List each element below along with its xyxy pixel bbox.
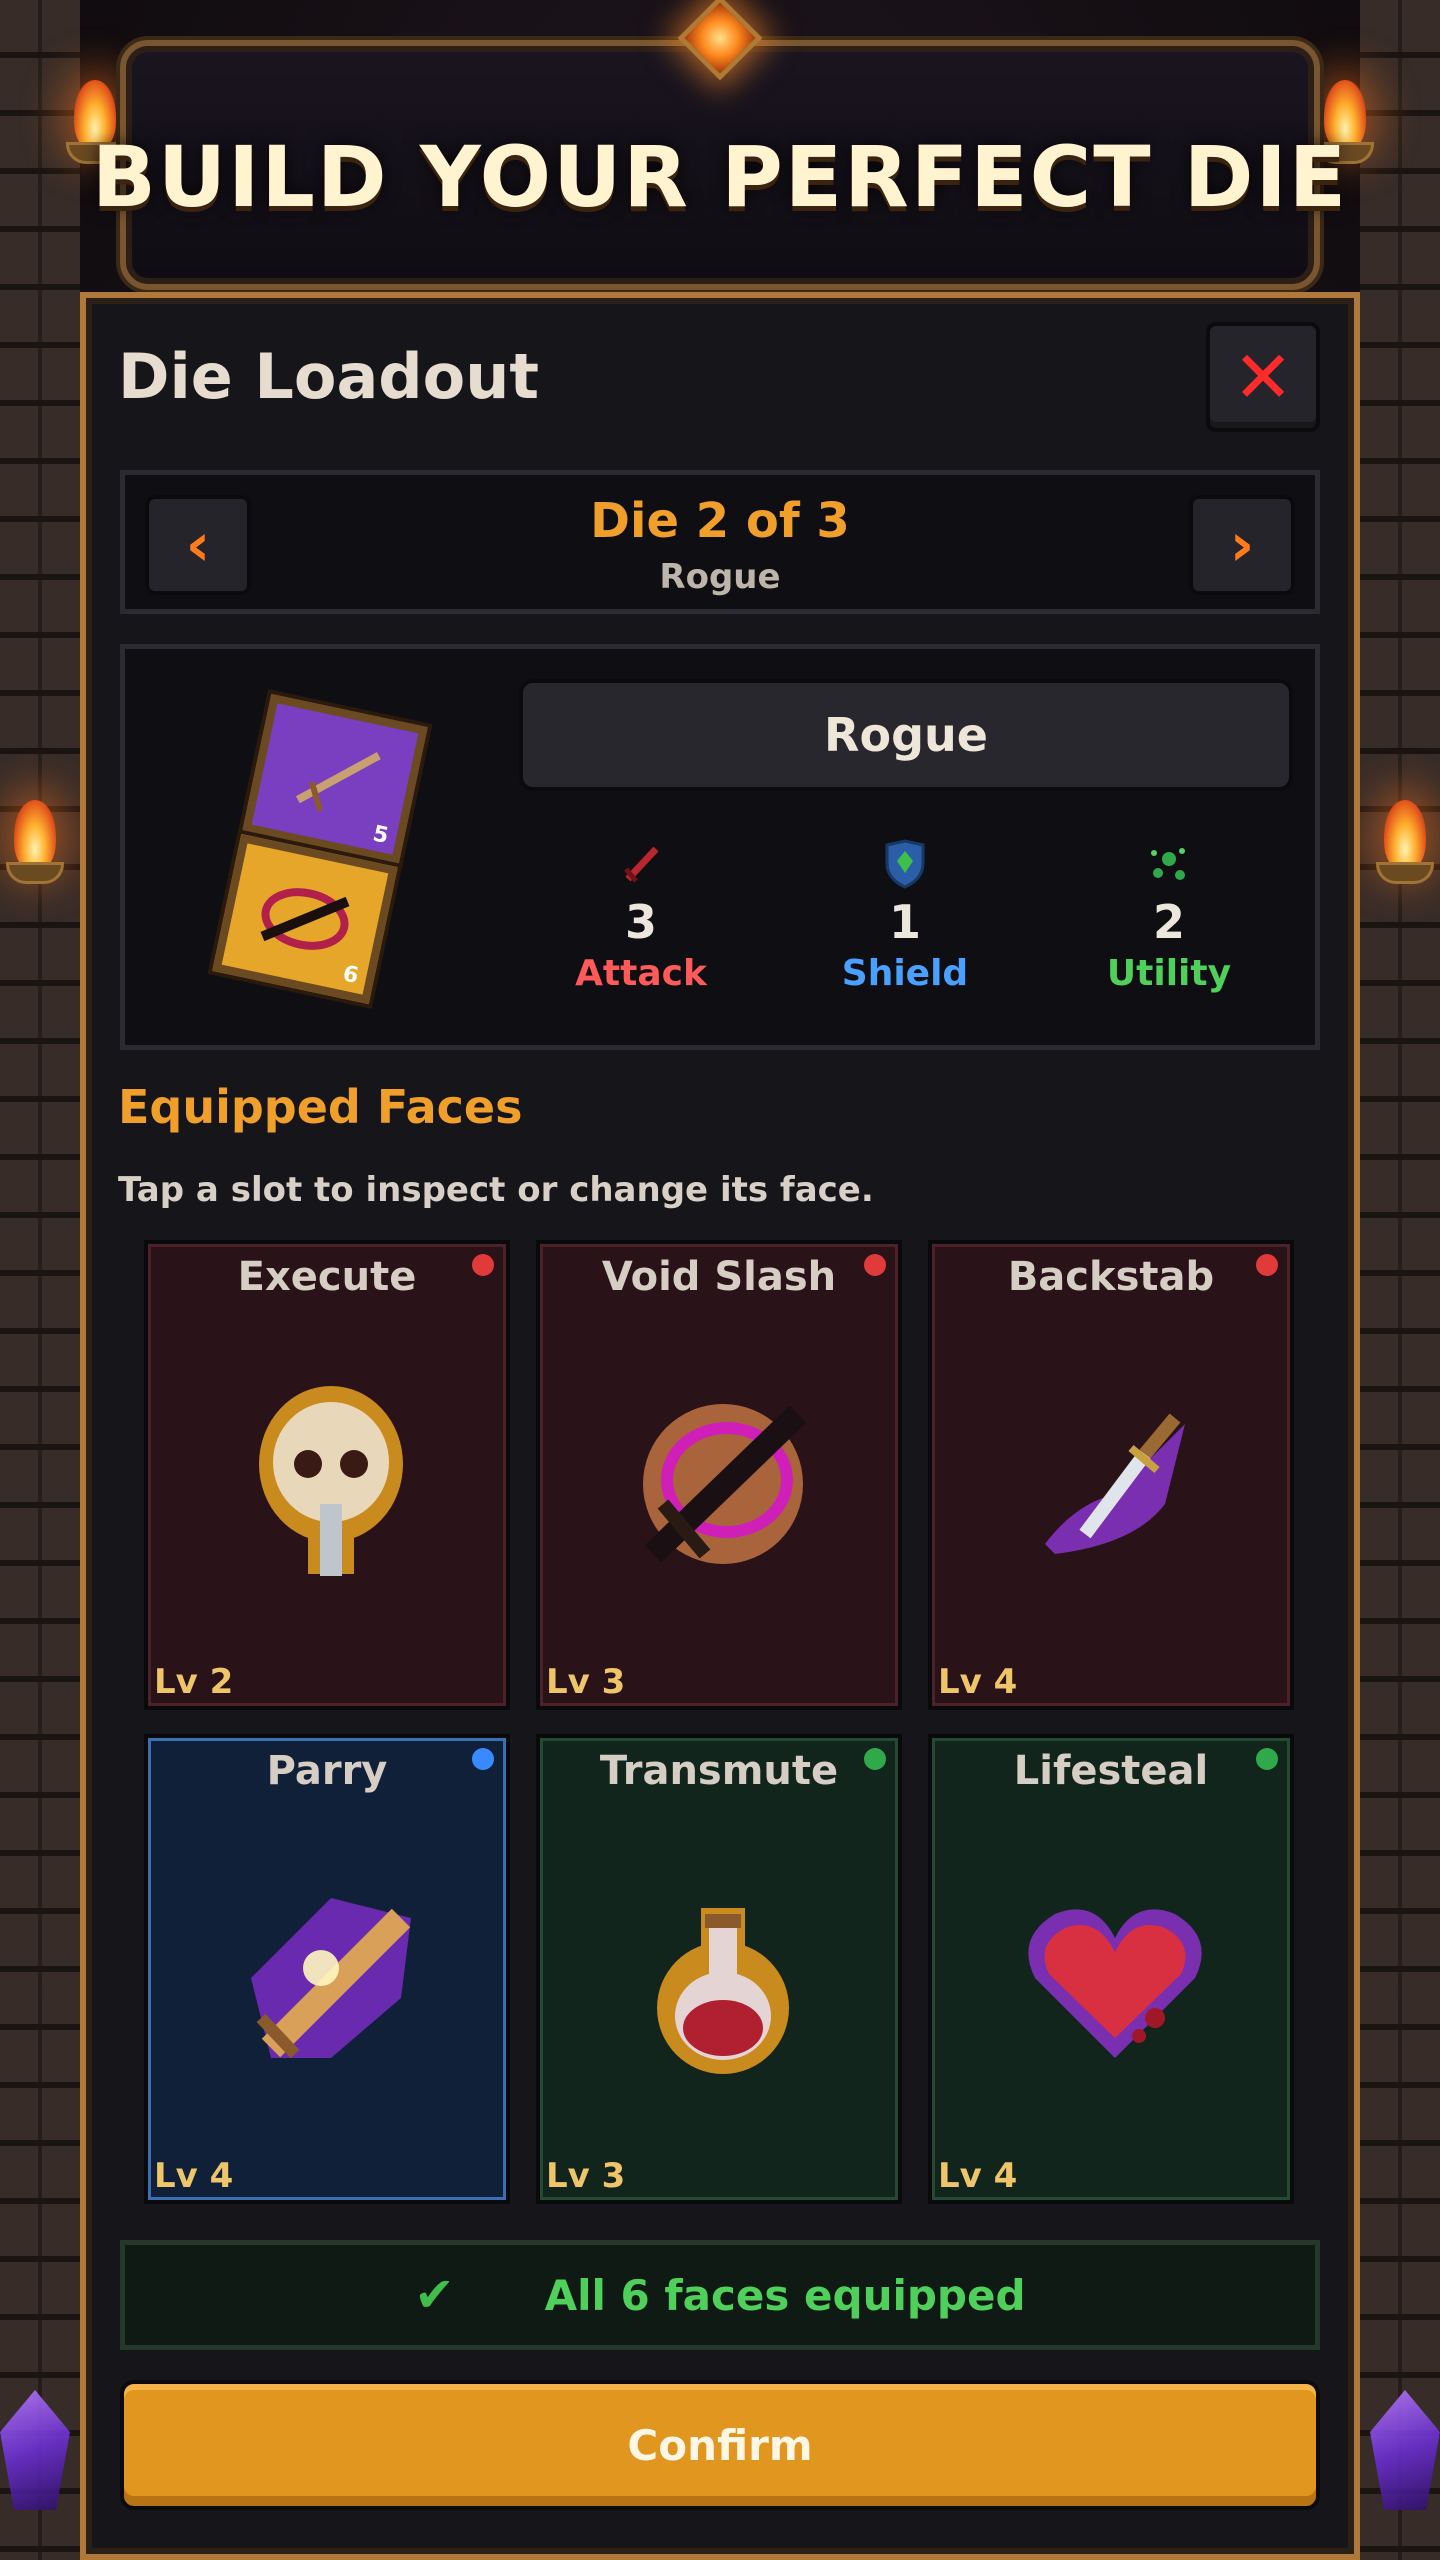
- die-class-label: Rogue: [659, 557, 781, 597]
- sword-icon: [295, 752, 381, 812]
- face-name: Void Slash: [601, 1254, 837, 1300]
- die-face-preview: 5: [242, 693, 428, 865]
- die-selector: ‹ Die 2 of 3 Rogue ›: [120, 470, 1320, 614]
- torch-icon: [1370, 800, 1440, 910]
- stat-utility: 2 Utility: [1079, 839, 1259, 994]
- face-slot-transmute[interactable]: Transmute Lv 3: [536, 1734, 902, 2204]
- parry-sword-icon: [231, 1878, 431, 2078]
- status-bar: ✔ All 6 faces equipped: [120, 2240, 1320, 2350]
- stat-label: Attack: [575, 953, 707, 994]
- heart-icon: [1015, 1878, 1215, 2078]
- die-face-preview: 6: [212, 833, 398, 1005]
- face-level: Lv 3: [546, 1662, 626, 1702]
- stat-label: Utility: [1106, 953, 1232, 994]
- face-name: Lifesteal: [1013, 1748, 1209, 1794]
- close-button[interactable]: ✕: [1206, 322, 1320, 432]
- sparkle-icon: [1151, 848, 1185, 880]
- sword-icon: [624, 846, 659, 883]
- type-dot: [1256, 1254, 1278, 1276]
- next-die-button[interactable]: ›: [1189, 495, 1295, 595]
- face-slot-lifesteal[interactable]: Lifesteal Lv 4: [928, 1734, 1294, 2204]
- type-dot: [472, 1748, 494, 1770]
- face-slot-parry[interactable]: Parry Lv 4: [144, 1734, 510, 2204]
- chevron-right-icon: ›: [1229, 510, 1255, 580]
- type-dot: [864, 1254, 886, 1276]
- stat-value: 3: [624, 895, 657, 949]
- class-name-box: Rogue: [519, 679, 1293, 791]
- face-slot-void-slash[interactable]: Void Slash Lv 3: [536, 1240, 902, 1710]
- void-sword-icon: [260, 888, 350, 950]
- face-level: Lv 4: [938, 2156, 1018, 2196]
- face-slot-backstab[interactable]: Backstab Lv 4: [928, 1240, 1294, 1710]
- section-title: Equipped Faces: [118, 1080, 523, 1134]
- face-name: Backstab: [1007, 1254, 1215, 1300]
- close-icon: ✕: [1232, 335, 1294, 419]
- die-index-label: Die 2 of 3: [590, 493, 850, 549]
- type-dot: [472, 1254, 494, 1276]
- face-slot-execute[interactable]: Execute Lv 2: [144, 1240, 510, 1710]
- stat-value: 2: [1152, 895, 1185, 949]
- torch-icon: [0, 800, 70, 910]
- page-title: BUILD YOUR PERFECT DIE: [91, 128, 1349, 226]
- check-icon: ✔: [414, 2267, 455, 2323]
- type-dot: [864, 1748, 886, 1770]
- status-text: All 6 faces equipped: [544, 2270, 1026, 2320]
- skull-icon: [231, 1384, 431, 1584]
- face-name: Parry: [266, 1748, 388, 1794]
- die-preview: 5 6: [212, 693, 435, 1009]
- hint-text: Tap a slot to inspect or change its face…: [118, 1170, 874, 1210]
- shield-icon: [885, 839, 925, 889]
- die-info-box: 5 6 Rogue 3 Attack 1 Shield 2 Utility: [120, 644, 1320, 1050]
- type-dot: [1256, 1748, 1278, 1770]
- stat-attack: 3 Attack: [551, 839, 731, 994]
- right-pillar: [1360, 0, 1440, 2560]
- face-level: Lv 4: [938, 1662, 1018, 1702]
- face-name: Execute: [237, 1254, 417, 1300]
- face-level: Lv 3: [546, 2156, 626, 2196]
- face-name: Transmute: [599, 1748, 839, 1794]
- face-level: Lv 2: [154, 1662, 234, 1702]
- panel-title: Die Loadout: [118, 340, 540, 413]
- stat-shield: 1 Shield: [815, 839, 995, 994]
- stat-value: 1: [888, 895, 921, 949]
- potion-icon: [623, 1878, 823, 2078]
- dagger-icon: [1015, 1384, 1215, 1584]
- face-level: Lv 4: [154, 2156, 234, 2196]
- left-pillar: [0, 0, 80, 2560]
- confirm-button[interactable]: Confirm: [120, 2380, 1320, 2510]
- stat-label: Shield: [841, 953, 969, 994]
- void-sword-icon: [623, 1384, 823, 1584]
